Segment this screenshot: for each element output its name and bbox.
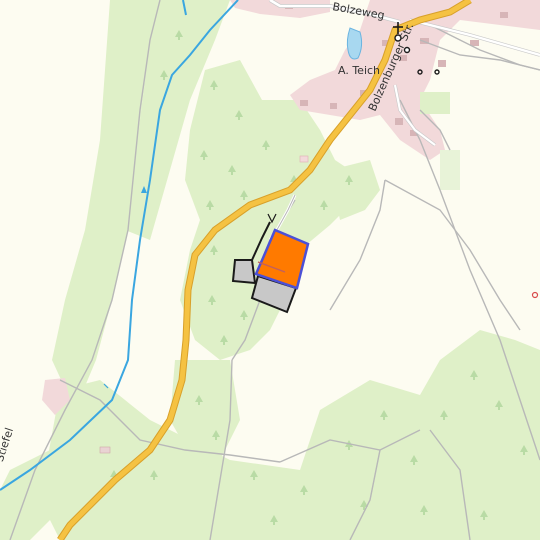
pond bbox=[346, 27, 363, 60]
meadow-patch bbox=[440, 150, 460, 190]
map-canvas[interactable]: Bolzeweg A. Teich Bolzenburger Str. Stie… bbox=[0, 0, 540, 540]
meadow-patch bbox=[420, 92, 450, 114]
label-teich: A. Teich bbox=[338, 64, 380, 77]
small-building bbox=[299, 155, 309, 163]
small-building bbox=[99, 446, 111, 454]
building-west bbox=[231, 259, 257, 285]
